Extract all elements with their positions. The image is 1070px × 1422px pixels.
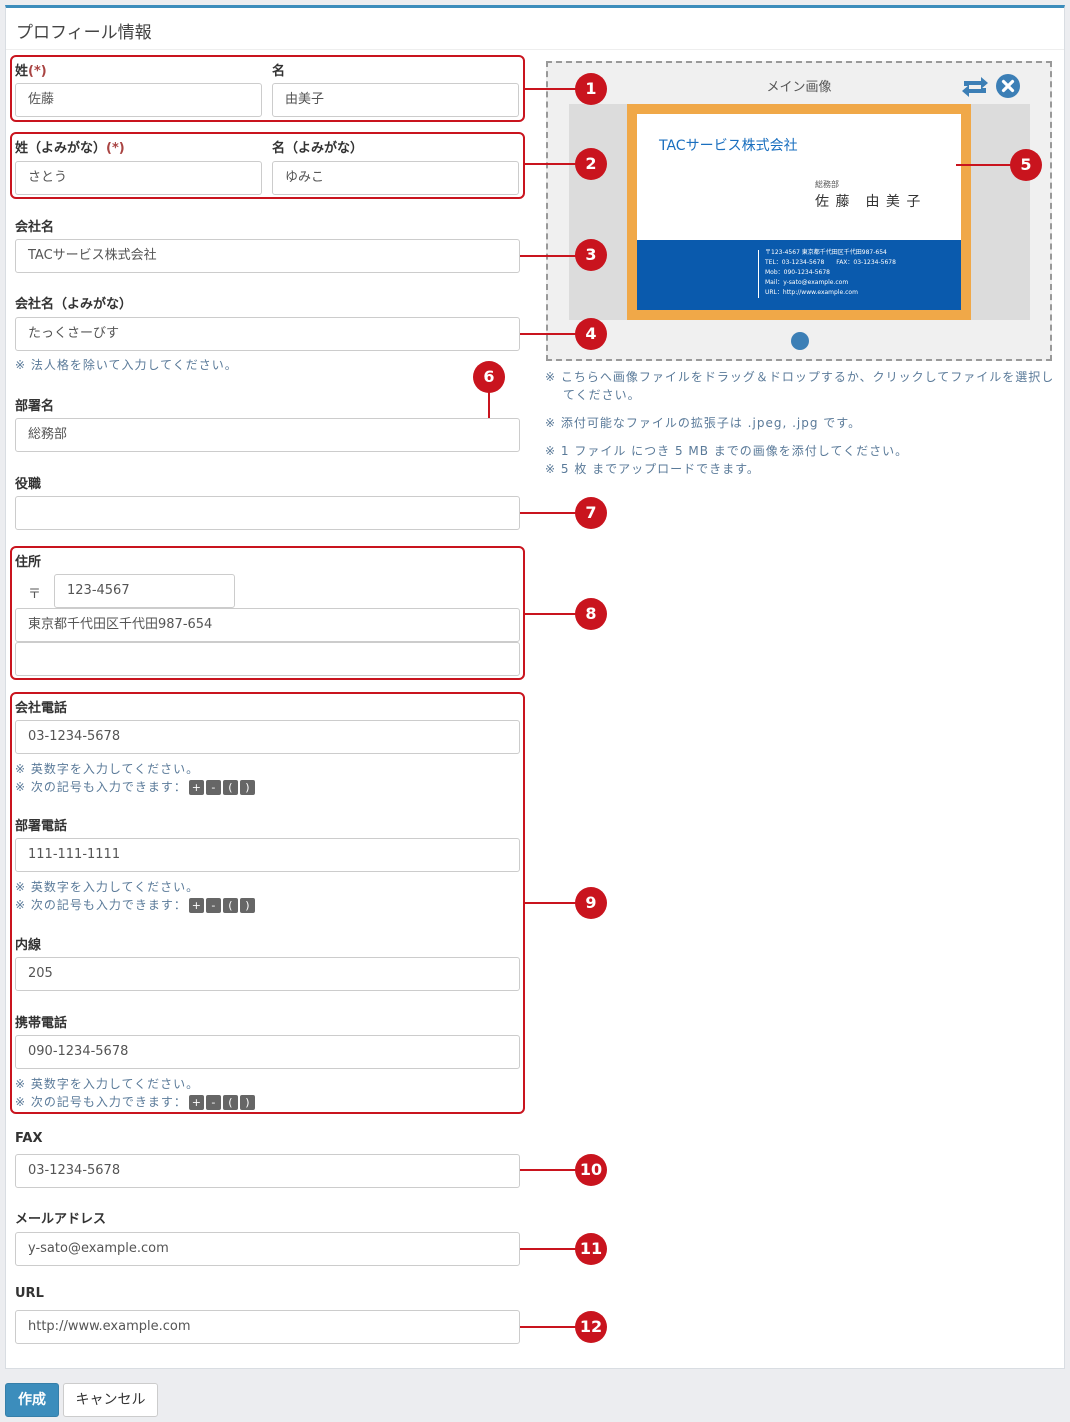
callout-badge-9: 9 — [575, 887, 607, 919]
callout-badge-4: 4 — [575, 318, 607, 350]
image-dropzone[interactable]: メイン画像 TACサービス株式会社 総務部 佐 藤 由 美 子 〒123-456… — [546, 61, 1052, 361]
callout-line-10 — [520, 1169, 577, 1171]
callout-line-2 — [525, 163, 577, 165]
remove-image-icon[interactable] — [995, 73, 1021, 99]
callout-badge-10: 10 — [575, 1154, 607, 1186]
callout-line-9 — [525, 902, 577, 904]
upload-note-extensions: ※ 添付可能なファイルの拡張子は .jpeg, .jpg です。 — [545, 416, 862, 430]
upload-note-size: ※ 1 ファイル につき 5 MB までの画像を添付してください。 — [545, 444, 909, 458]
company-input[interactable]: TACサービス株式会社 — [15, 239, 520, 273]
business-card-image: TACサービス株式会社 総務部 佐 藤 由 美 子 〒123-4567 東京都千… — [637, 114, 961, 310]
card-contact-text: 〒123-4567 東京都千代田区千代田987-654 TEL：03-1234-… — [765, 249, 896, 296]
card-divider — [758, 250, 759, 298]
callout-line-12 — [520, 1326, 577, 1328]
callout-box-8 — [10, 546, 525, 680]
callout-box-2 — [10, 132, 525, 199]
callout-line-6 — [488, 392, 490, 418]
callout-badge-11: 11 — [575, 1233, 607, 1265]
callout-badge-12: 12 — [575, 1311, 607, 1343]
upload-note-dragdrop: ※ こちらへ画像ファイルをドラッグ＆ドロップするか、クリックしてファイルを選択し — [545, 370, 1055, 384]
position-label: 役職 — [15, 477, 42, 492]
callout-line-5 — [956, 164, 1012, 166]
url-label: URL — [15, 1286, 44, 1301]
callout-badge-5: 5 — [1010, 149, 1042, 181]
callout-badge-1: 1 — [575, 73, 607, 105]
callout-line-1 — [525, 88, 577, 90]
callout-line-11 — [520, 1248, 577, 1250]
card-company: TACサービス株式会社 — [659, 138, 798, 154]
upload-note-dragdrop-cont: てください。 — [563, 388, 641, 402]
callout-line-7 — [520, 512, 577, 514]
company-kana-label: 会社名（よみがな） — [15, 297, 133, 312]
card-contact-band: 〒123-4567 東京都千代田区千代田987-654 TEL：03-1234-… — [637, 240, 961, 310]
panel-divider — [6, 49, 1064, 50]
cancel-button[interactable]: キャンセル — [63, 1383, 158, 1417]
image-preview: TACサービス株式会社 総務部 佐 藤 由 美 子 〒123-4567 東京都千… — [569, 104, 1030, 320]
department-label: 部署名 — [15, 399, 55, 414]
upload-note-count: ※ 5 枚 までアップロードできます。 — [545, 462, 760, 476]
carousel-dot[interactable] — [791, 332, 809, 350]
callout-line-4 — [520, 333, 577, 335]
callout-line-8 — [525, 613, 577, 615]
url-input[interactable]: http://www.example.com — [15, 1310, 520, 1344]
callout-badge-7: 7 — [575, 497, 607, 529]
fax-label: FAX — [15, 1131, 43, 1146]
callout-box-1 — [10, 55, 525, 122]
card-name: 佐 藤 由 美 子 — [815, 194, 922, 210]
company-kana-note: ※ 法人格を除いて入力してください。 — [15, 358, 238, 372]
card-department: 総務部 — [815, 180, 839, 189]
position-input[interactable] — [15, 496, 520, 530]
email-input[interactable]: y-sato@example.com — [15, 1232, 520, 1266]
company-kana-input[interactable]: たっくさーびす — [15, 317, 520, 351]
callout-box-9 — [10, 692, 525, 1114]
rotate-icon[interactable] — [960, 75, 990, 99]
business-card-frame: TACサービス株式会社 総務部 佐 藤 由 美 子 〒123-4567 東京都千… — [627, 104, 971, 320]
callout-badge-6: 6 — [473, 361, 505, 393]
fax-input[interactable]: 03-1234-5678 — [15, 1154, 520, 1188]
callout-badge-3: 3 — [575, 239, 607, 271]
callout-badge-2: 2 — [575, 148, 607, 180]
panel-title: プロフィール情報 — [16, 23, 152, 43]
company-label: 会社名 — [15, 220, 55, 235]
email-label: メールアドレス — [15, 1212, 107, 1227]
department-input[interactable]: 総務部 — [15, 418, 520, 452]
create-button[interactable]: 作成 — [5, 1383, 59, 1417]
callout-badge-8: 8 — [575, 598, 607, 630]
callout-line-3 — [520, 255, 577, 257]
